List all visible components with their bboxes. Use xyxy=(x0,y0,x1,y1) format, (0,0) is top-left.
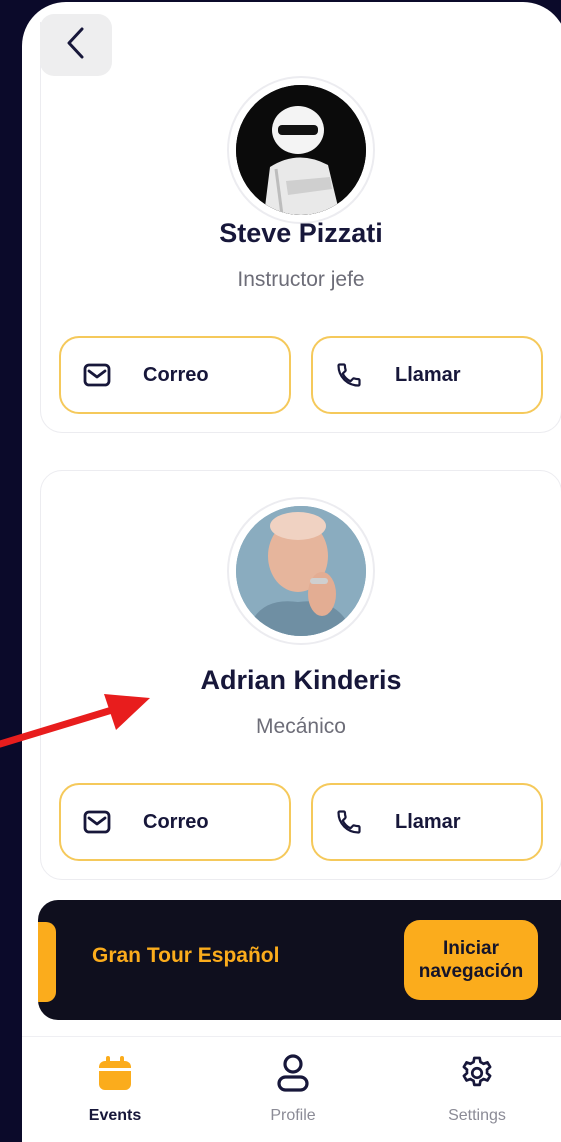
contact-role: Instructor jefe xyxy=(237,268,365,291)
phone-icon xyxy=(335,807,371,837)
helmet-driver-avatar-image xyxy=(236,85,366,215)
call-button-label: Llamar xyxy=(395,363,461,386)
contact-name: Steve Pizzati xyxy=(219,218,383,248)
avatar xyxy=(227,76,375,224)
phone-icon xyxy=(335,360,371,390)
app-screen: Steve Pizzati Instructor jefe Correo Lla… xyxy=(22,2,561,1142)
tab-settings[interactable]: Settings xyxy=(412,1051,542,1125)
contact-card-steve: Steve Pizzati Instructor jefe Correo Lla… xyxy=(40,22,561,433)
back-button[interactable] xyxy=(40,14,112,76)
tab-profile[interactable]: Profile xyxy=(228,1051,358,1125)
tour-title: Gran Tour Español xyxy=(92,944,280,967)
bottom-tab-bar: Events Profile Settings xyxy=(22,1036,561,1142)
calendar-icon xyxy=(50,1051,180,1095)
banner-accent-stripe xyxy=(38,922,56,1002)
email-button-label: Correo xyxy=(143,810,209,833)
tab-label: Profile xyxy=(270,1107,316,1124)
navigation-banner: Gran Tour Español Iniciar navegación xyxy=(38,900,561,1020)
gear-icon xyxy=(412,1051,542,1095)
email-button-label: Correo xyxy=(143,363,209,386)
person-avatar-image xyxy=(236,506,366,636)
annotation-arrow-icon xyxy=(0,694,150,748)
call-button-label: Llamar xyxy=(395,810,461,833)
tab-label: Events xyxy=(88,1107,142,1124)
tab-events[interactable]: Events xyxy=(50,1051,180,1125)
start-navigation-button[interactable]: Iniciar navegación xyxy=(404,920,538,1000)
mail-icon xyxy=(83,807,119,837)
mail-icon xyxy=(83,360,119,390)
user-icon xyxy=(228,1051,358,1095)
call-button[interactable]: Llamar xyxy=(311,783,543,861)
tab-label: Settings xyxy=(448,1107,506,1124)
chevron-left-icon xyxy=(65,26,87,65)
avatar xyxy=(227,497,375,645)
call-button[interactable]: Llamar xyxy=(311,336,543,414)
email-button[interactable]: Correo xyxy=(59,336,291,414)
email-button[interactable]: Correo xyxy=(59,783,291,861)
contact-card-adrian: Adrian Kinderis Mecánico Correo Llamar xyxy=(40,470,561,880)
